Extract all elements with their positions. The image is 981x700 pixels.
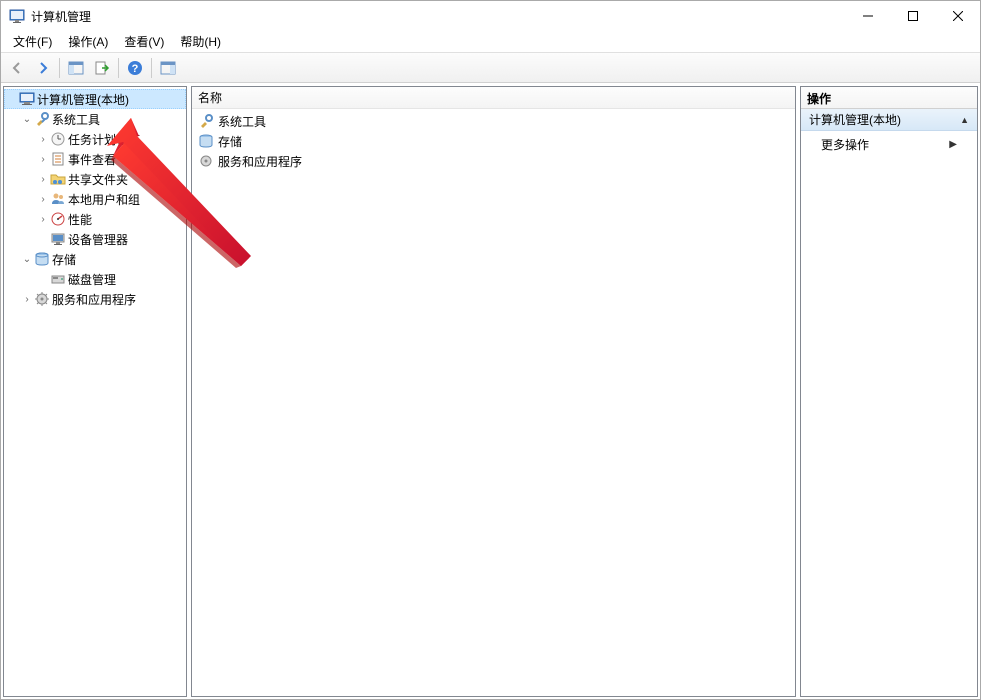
device-icon xyxy=(50,231,66,247)
tools-icon xyxy=(198,113,214,129)
tree-local-users-groups[interactable]: › 本地用户和组 xyxy=(4,189,186,209)
tree-root-computer-management[interactable]: 计算机管理(本地) xyxy=(4,89,186,109)
tree-event-viewer[interactable]: › 事件查看 xyxy=(4,149,186,169)
services-icon xyxy=(34,291,50,307)
storage-icon xyxy=(198,133,214,149)
tree-label: 存储 xyxy=(52,251,76,268)
tree-label: 本地用户和组 xyxy=(68,191,140,208)
forward-button[interactable] xyxy=(31,56,55,80)
computer-management-window: 计算机管理 文件(F) 操作(A) 查看(V) 帮助(H) xyxy=(0,0,981,700)
collapse-icon: ▲ xyxy=(960,115,969,125)
tree-shared-folders[interactable]: › 共享文件夹 xyxy=(4,169,186,189)
chevron-right-icon[interactable]: › xyxy=(36,172,50,186)
actions-section-title: 计算机管理(本地) xyxy=(809,111,901,128)
submenu-arrow-icon: ▶ xyxy=(949,139,957,150)
tree-storage[interactable]: ⌄ 存储 xyxy=(4,249,186,269)
tree-label: 计算机管理(本地) xyxy=(37,91,129,108)
actions-pane: 操作 计算机管理(本地) ▲ 更多操作 ▶ xyxy=(800,86,978,697)
tree-label: 设备管理器 xyxy=(68,231,128,248)
chevron-right-icon[interactable]: › xyxy=(36,152,50,166)
window-controls xyxy=(845,1,980,31)
column-name: 名称 xyxy=(198,89,222,106)
tree-label: 磁盘管理 xyxy=(68,271,116,288)
tree-label: 性能 xyxy=(68,211,92,228)
list-pane: 名称 系统工具 存储 服务和应用程序 xyxy=(191,86,796,697)
disk-icon xyxy=(50,271,66,287)
menu-bar: 文件(F) 操作(A) 查看(V) 帮助(H) xyxy=(1,31,980,53)
chevron-down-icon[interactable]: ⌄ xyxy=(20,252,34,266)
tree-performance[interactable]: › 性能 xyxy=(4,209,186,229)
actions-pane-header: 操作 xyxy=(801,87,977,109)
maximize-button[interactable] xyxy=(890,1,935,31)
actions-section-header[interactable]: 计算机管理(本地) ▲ xyxy=(801,109,977,131)
menu-action[interactable]: 操作(A) xyxy=(60,31,116,52)
chevron-right-icon[interactable]: › xyxy=(20,292,34,306)
action-label: 更多操作 xyxy=(821,136,869,153)
list-item-label: 存储 xyxy=(218,133,242,150)
tree-label: 共享文件夹 xyxy=(68,171,128,188)
event-log-icon xyxy=(50,151,66,167)
tools-icon xyxy=(34,111,50,127)
list-item-system-tools[interactable]: 系统工具 xyxy=(194,111,793,131)
tree-pane: 计算机管理(本地) ⌄ 系统工具 › 任务计划程序 › xyxy=(3,86,187,697)
navigation-tree: 计算机管理(本地) ⌄ 系统工具 › 任务计划程序 › xyxy=(4,87,186,696)
storage-icon xyxy=(34,251,50,267)
app-icon xyxy=(9,8,25,24)
actions-body: 更多操作 ▶ xyxy=(801,131,977,157)
tree-label: 系统工具 xyxy=(52,111,100,128)
list-column-header[interactable]: 名称 xyxy=(192,87,795,109)
toolbar-separator xyxy=(151,58,152,78)
tree-system-tools[interactable]: ⌄ 系统工具 xyxy=(4,109,186,129)
list-item-label: 服务和应用程序 xyxy=(218,153,302,170)
close-button[interactable] xyxy=(935,1,980,31)
chevron-right-icon[interactable]: › xyxy=(36,132,50,146)
users-icon xyxy=(50,191,66,207)
menu-view[interactable]: 查看(V) xyxy=(116,31,172,52)
list-item-label: 系统工具 xyxy=(218,113,266,130)
blank-expander xyxy=(36,272,50,286)
tree-device-manager[interactable]: 设备管理器 xyxy=(4,229,186,249)
back-button[interactable] xyxy=(5,56,29,80)
menu-file[interactable]: 文件(F) xyxy=(5,31,60,52)
chevron-right-icon[interactable]: › xyxy=(36,192,50,206)
chevron-down-icon[interactable]: ⌄ xyxy=(20,112,34,126)
tree-task-scheduler[interactable]: › 任务计划程序 xyxy=(4,129,186,149)
blank-expander xyxy=(36,232,50,246)
export-button[interactable] xyxy=(90,56,114,80)
toolbar-separator xyxy=(118,58,119,78)
action-more-actions[interactable]: 更多操作 ▶ xyxy=(801,133,977,155)
computer-icon xyxy=(19,91,35,107)
shared-folder-icon xyxy=(50,171,66,187)
tree-services-apps[interactable]: › 服务和应用程序 xyxy=(4,289,186,309)
title-bar: 计算机管理 xyxy=(1,1,980,31)
clock-icon xyxy=(50,131,66,147)
window-title: 计算机管理 xyxy=(31,8,845,25)
tree-label: 任务计划程序 xyxy=(68,131,140,148)
help-button[interactable]: ? xyxy=(123,56,147,80)
performance-icon xyxy=(50,211,66,227)
menu-help[interactable]: 帮助(H) xyxy=(172,31,229,52)
minimize-button[interactable] xyxy=(845,1,890,31)
tree-label: 服务和应用程序 xyxy=(52,291,136,308)
list-item-storage[interactable]: 存储 xyxy=(194,131,793,151)
show-hide-action-pane-button[interactable] xyxy=(156,56,180,80)
svg-text:?: ? xyxy=(132,63,139,75)
chevron-down-icon xyxy=(5,92,19,106)
toolbar: ? xyxy=(1,53,980,83)
content-list: 系统工具 存储 服务和应用程序 xyxy=(192,109,795,173)
show-hide-tree-button[interactable] xyxy=(64,56,88,80)
list-item-services-apps[interactable]: 服务和应用程序 xyxy=(194,151,793,171)
tree-disk-management[interactable]: 磁盘管理 xyxy=(4,269,186,289)
main-content: 计算机管理(本地) ⌄ 系统工具 › 任务计划程序 › xyxy=(1,83,980,699)
tree-label: 事件查看 xyxy=(68,151,116,168)
services-icon xyxy=(198,153,214,169)
chevron-right-icon[interactable]: › xyxy=(36,212,50,226)
toolbar-separator xyxy=(59,58,60,78)
